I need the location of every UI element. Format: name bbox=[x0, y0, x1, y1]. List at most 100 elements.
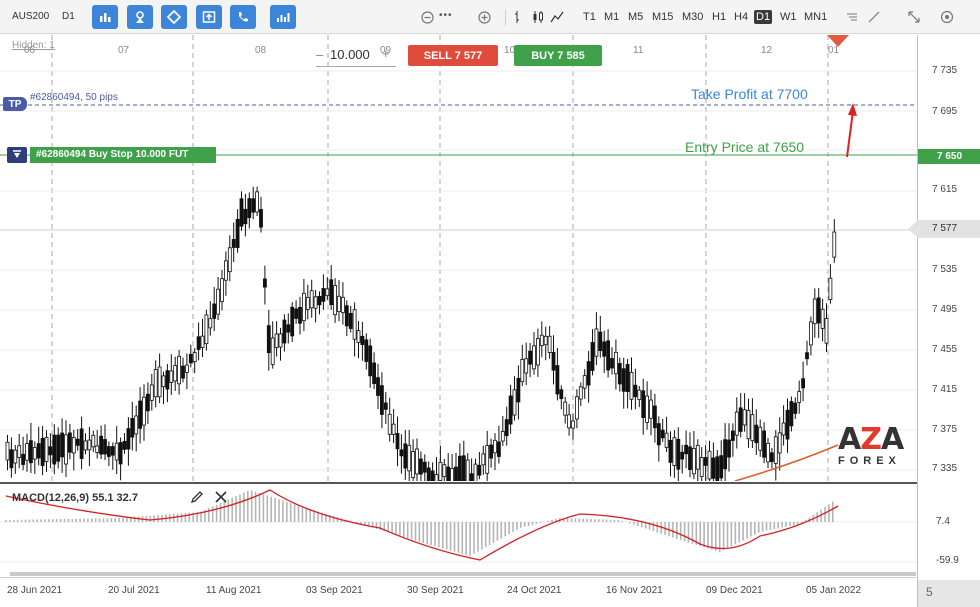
price-tick: 7 695 bbox=[932, 106, 958, 117]
candle-type-button[interactable] bbox=[530, 9, 546, 25]
candle-body bbox=[188, 353, 193, 364]
horizontal-scrollbar[interactable] bbox=[10, 572, 916, 576]
tp-badge[interactable]: TP bbox=[3, 97, 27, 111]
page-value: 5 bbox=[926, 585, 933, 599]
entry-order-label[interactable]: #62860494 Buy Stop 10.000 FUT bbox=[30, 147, 216, 163]
lot-plus-icon[interactable]: + bbox=[382, 46, 390, 61]
date-tick: 16 Nov 2021 bbox=[606, 585, 663, 596]
candle-body bbox=[91, 434, 96, 448]
candle-body bbox=[692, 448, 696, 475]
candle-body bbox=[161, 375, 166, 388]
price-tick: 7 615 bbox=[932, 184, 958, 195]
timeframe-m15[interactable]: M15 bbox=[650, 10, 675, 24]
timeframe-h1[interactable]: H1 bbox=[710, 10, 728, 24]
symbol-label[interactable]: AUS200 bbox=[12, 11, 49, 22]
logo-forex-text: FOREX bbox=[838, 455, 901, 467]
zoom-in-button[interactable] bbox=[476, 9, 492, 25]
macd-panel[interactable]: MACD(12,26,9) 55.1 32.7 bbox=[0, 482, 917, 572]
zoom-slider[interactable]: ••• bbox=[439, 10, 453, 21]
line-type-button[interactable] bbox=[549, 9, 565, 25]
edit-indicator-button[interactable] bbox=[190, 490, 204, 507]
timeframe-m1[interactable]: M1 bbox=[602, 10, 621, 24]
candle-body bbox=[500, 431, 505, 442]
candle-body bbox=[309, 290, 314, 309]
candle-body bbox=[672, 437, 677, 466]
scrollbar-thumb[interactable] bbox=[10, 572, 916, 576]
candle-body bbox=[551, 352, 556, 371]
bar-chart-button[interactable] bbox=[92, 5, 118, 29]
candle-body bbox=[668, 439, 673, 463]
moving-average-curve bbox=[734, 444, 839, 481]
candle-body bbox=[25, 443, 29, 461]
candlestick-icon bbox=[533, 11, 543, 23]
candle-body bbox=[758, 426, 763, 451]
candle-body bbox=[582, 375, 587, 389]
zoom-out-button[interactable] bbox=[419, 9, 435, 25]
sell-button[interactable]: SELL 7 577 bbox=[408, 45, 498, 66]
candle-body bbox=[118, 442, 123, 465]
trendline-button[interactable] bbox=[866, 9, 882, 25]
candle-body bbox=[820, 308, 825, 329]
fullscreen-button[interactable] bbox=[906, 9, 922, 25]
remove-indicator-button[interactable] bbox=[214, 490, 228, 507]
toolbar-divider bbox=[505, 9, 506, 26]
candle-body bbox=[653, 405, 657, 429]
candle-body bbox=[812, 298, 817, 325]
candle-body bbox=[235, 218, 240, 248]
settings-button[interactable] bbox=[939, 9, 955, 25]
tp-order-label[interactable]: #62860494, 50 pips bbox=[30, 92, 118, 103]
candle-body bbox=[278, 333, 283, 348]
candle-body bbox=[539, 334, 544, 347]
timeframe-m30[interactable]: M30 bbox=[680, 10, 705, 24]
phone-button[interactable] bbox=[230, 5, 256, 29]
indicators-button[interactable] bbox=[270, 5, 296, 29]
candle-body bbox=[415, 448, 419, 475]
candle-body bbox=[617, 363, 622, 385]
candle-body bbox=[134, 415, 139, 435]
buy-button[interactable]: BUY 7 585 bbox=[514, 45, 602, 66]
candle-body bbox=[376, 377, 380, 396]
candle-body bbox=[422, 461, 427, 473]
price-tick: 7 375 bbox=[932, 424, 958, 435]
top-date-label: 11 bbox=[633, 45, 644, 56]
candle-body bbox=[430, 470, 435, 481]
lot-size-field[interactable]: – 10.000 + bbox=[316, 43, 396, 67]
candle-body bbox=[816, 297, 821, 324]
lot-minus-icon[interactable]: – bbox=[316, 47, 323, 62]
page-box[interactable]: 5 bbox=[917, 580, 980, 607]
cursor-button[interactable] bbox=[127, 5, 153, 29]
candle-body bbox=[586, 361, 591, 386]
candle-body bbox=[32, 447, 37, 460]
bar-chart-icon bbox=[100, 13, 111, 22]
candle-body bbox=[360, 335, 365, 345]
candle-body bbox=[21, 453, 26, 465]
candle-body bbox=[762, 430, 766, 458]
candle-body bbox=[496, 441, 501, 457]
timeframe-t1[interactable]: T1 bbox=[581, 10, 598, 24]
candle-body bbox=[262, 278, 267, 288]
order-toggle[interactable] bbox=[7, 147, 27, 163]
cursor-icon bbox=[136, 11, 144, 23]
phone-icon bbox=[239, 12, 248, 22]
candle-body bbox=[17, 445, 22, 458]
candle-body bbox=[153, 369, 158, 398]
lot-size-value[interactable]: 10.000 bbox=[330, 47, 370, 62]
timeframe-w1[interactable]: W1 bbox=[778, 10, 799, 24]
date-tick: 30 Sep 2021 bbox=[407, 585, 464, 596]
candle-body bbox=[446, 466, 451, 481]
candle-body bbox=[598, 331, 603, 351]
timeframe-m5[interactable]: M5 bbox=[626, 10, 645, 24]
diamond-button[interactable] bbox=[161, 5, 187, 29]
timeframe-mn1[interactable]: MN1 bbox=[802, 10, 829, 24]
price-axis[interactable]: 7 735 7 695 7 650 7 615 7 577 7 535 7 49… bbox=[908, 35, 980, 580]
export-button[interactable] bbox=[196, 5, 222, 29]
timeframe-d1[interactable]: D1 bbox=[754, 10, 773, 24]
candle-body bbox=[676, 438, 681, 470]
candle-body bbox=[723, 439, 727, 470]
template-button[interactable] bbox=[844, 9, 860, 25]
timeframe-h4[interactable]: H4 bbox=[732, 10, 750, 24]
candle-body bbox=[625, 364, 630, 392]
period-label[interactable]: D1 bbox=[62, 11, 75, 22]
bar-type-button[interactable] bbox=[511, 9, 527, 25]
date-tick: 09 Dec 2021 bbox=[706, 585, 763, 596]
